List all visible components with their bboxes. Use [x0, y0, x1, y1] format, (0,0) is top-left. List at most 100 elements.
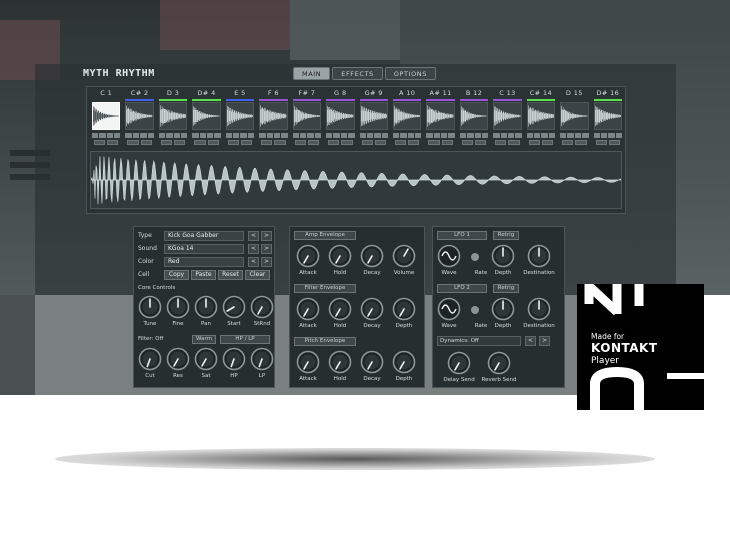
pad-waveform[interactable]: [92, 102, 121, 130]
pitch-envelope-hold-knob[interactable]: [328, 350, 352, 374]
type-prev-button[interactable]: <: [248, 231, 259, 241]
filter-hp-knob[interactable]: [222, 347, 246, 371]
pad-mini-button[interactable]: [107, 140, 119, 145]
color-next-button[interactable]: >: [261, 257, 272, 267]
clear-button[interactable]: Clear: [245, 270, 270, 280]
filter-envelope-decay-knob[interactable]: [360, 297, 384, 321]
pad-waveform[interactable]: [392, 102, 422, 130]
pad-cell[interactable]: D 15: [558, 89, 590, 147]
pad-cell[interactable]: A# 11: [424, 89, 456, 147]
pad-waveform[interactable]: [192, 102, 221, 130]
pitch-envelope-title[interactable]: Pitch Envelope: [294, 337, 356, 346]
delay-send-knob[interactable]: [447, 351, 471, 375]
color-prev-button[interactable]: <: [248, 257, 259, 267]
color-value[interactable]: Red: [164, 257, 244, 267]
fine-knob[interactable]: [166, 295, 190, 319]
hp-lp-button[interactable]: HP / LP: [220, 335, 270, 344]
lfo-2-title[interactable]: LFO 2: [437, 284, 487, 293]
filter-lp-knob[interactable]: [250, 347, 274, 371]
pad-cell[interactable]: F# 7: [291, 89, 323, 147]
filter-envelope-title[interactable]: Filter Envelope: [294, 284, 356, 293]
pad-mini-button[interactable]: [294, 140, 306, 145]
pad-waveform[interactable]: [526, 102, 556, 130]
amp-envelope-hold-knob[interactable]: [328, 244, 352, 268]
lfo-1-rate-sync-dot[interactable]: [471, 253, 479, 261]
strnd-knob[interactable]: [250, 295, 274, 319]
pad-mini-button[interactable]: [94, 140, 106, 145]
amp-envelope-title[interactable]: Amp Envelope: [294, 231, 356, 240]
type-next-button[interactable]: >: [261, 231, 272, 241]
pad-waveform[interactable]: [292, 102, 322, 130]
paste-button[interactable]: Paste: [191, 270, 216, 280]
lfo-2-depth-knob[interactable]: [491, 297, 515, 321]
pad-waveform[interactable]: [125, 102, 154, 130]
filter-sat-knob[interactable]: [194, 347, 218, 371]
filter-envelope-attack-knob[interactable]: [296, 297, 320, 321]
lfo-2-rate-sync-dot[interactable]: [471, 306, 479, 314]
pad-mini-button[interactable]: [408, 140, 420, 145]
lfo-1-depth-knob[interactable]: [491, 244, 515, 268]
pitch-envelope-attack-knob[interactable]: [296, 350, 320, 374]
tune-knob[interactable]: [138, 295, 162, 319]
lfo-1-wave-knob[interactable]: [437, 244, 461, 268]
tab-options[interactable]: OPTIONS: [384, 67, 436, 80]
pad-waveform[interactable]: [359, 102, 388, 130]
pad-cell[interactable]: C 13: [491, 89, 523, 147]
pad-mini-button[interactable]: [428, 140, 440, 145]
pan-knob[interactable]: [194, 295, 218, 319]
pad-mini-button[interactable]: [341, 140, 353, 145]
sound-value[interactable]: KGoa 14: [164, 244, 244, 254]
lfo-1-title[interactable]: LFO 1: [437, 231, 487, 240]
sound-prev-button[interactable]: <: [248, 244, 259, 254]
pad-mini-button[interactable]: [562, 140, 574, 145]
pad-cell[interactable]: G 8: [324, 89, 356, 147]
pad-mini-button[interactable]: [328, 140, 340, 145]
pad-mini-button[interactable]: [227, 140, 239, 145]
lfo-2-wave-knob[interactable]: [437, 297, 461, 321]
pad-cell[interactable]: A 10: [391, 89, 423, 147]
filter-envelope-hold-knob[interactable]: [328, 297, 352, 321]
pitch-envelope-decay-knob[interactable]: [360, 350, 384, 374]
pad-waveform[interactable]: [459, 102, 489, 130]
pad-mini-button[interactable]: [194, 140, 206, 145]
pad-cell[interactable]: B 12: [458, 89, 490, 147]
pad-mini-button[interactable]: [541, 140, 554, 145]
pad-mini-button[interactable]: [207, 140, 219, 145]
pad-waveform[interactable]: [493, 102, 522, 130]
pad-mini-button[interactable]: [508, 140, 520, 145]
pad-waveform[interactable]: [560, 102, 589, 130]
pad-mini-button[interactable]: [575, 140, 587, 145]
pad-cell[interactable]: C# 14: [525, 89, 557, 147]
amp-envelope-decay-knob[interactable]: [360, 244, 384, 268]
pad-mini-button[interactable]: [374, 140, 386, 145]
amp-envelope-attack-knob[interactable]: [296, 244, 320, 268]
pad-cell[interactable]: G# 9: [358, 89, 390, 147]
pad-cell[interactable]: F 6: [257, 89, 289, 147]
pad-cell[interactable]: E 5: [224, 89, 256, 147]
pad-waveform[interactable]: [225, 102, 255, 130]
pad-mini-button[interactable]: [461, 140, 474, 145]
pad-cell[interactable]: C 1: [90, 89, 122, 147]
type-value[interactable]: Kick Goa Gabber: [164, 231, 244, 241]
lfo-1-retrig-button[interactable]: Retrig: [493, 231, 519, 240]
lfo-1-destination-knob[interactable]: [527, 244, 551, 268]
pad-mini-button[interactable]: [528, 140, 540, 145]
pad-mini-button[interactable]: [240, 140, 253, 145]
pad-mini-button[interactable]: [608, 140, 620, 145]
pad-cell[interactable]: C# 2: [123, 89, 155, 147]
dynamics-next-button[interactable]: >: [539, 336, 550, 346]
pad-waveform[interactable]: [593, 102, 622, 130]
pad-mini-button[interactable]: [127, 140, 139, 145]
pitch-envelope-depth-knob[interactable]: [392, 350, 416, 374]
dynamics-prev-button[interactable]: <: [525, 336, 536, 346]
pad-cell[interactable]: D# 16: [592, 89, 624, 147]
tab-main[interactable]: MAIN: [293, 67, 331, 80]
copy-button[interactable]: Copy: [164, 270, 189, 280]
lfo-2-retrig-button[interactable]: Retrig: [493, 284, 519, 293]
pad-waveform[interactable]: [259, 102, 288, 130]
pad-cell[interactable]: D# 4: [190, 89, 222, 147]
pad-waveform[interactable]: [326, 102, 355, 130]
sound-next-button[interactable]: >: [261, 244, 272, 254]
start-knob[interactable]: [222, 295, 246, 319]
tab-effects[interactable]: EFFECTS: [332, 67, 383, 80]
